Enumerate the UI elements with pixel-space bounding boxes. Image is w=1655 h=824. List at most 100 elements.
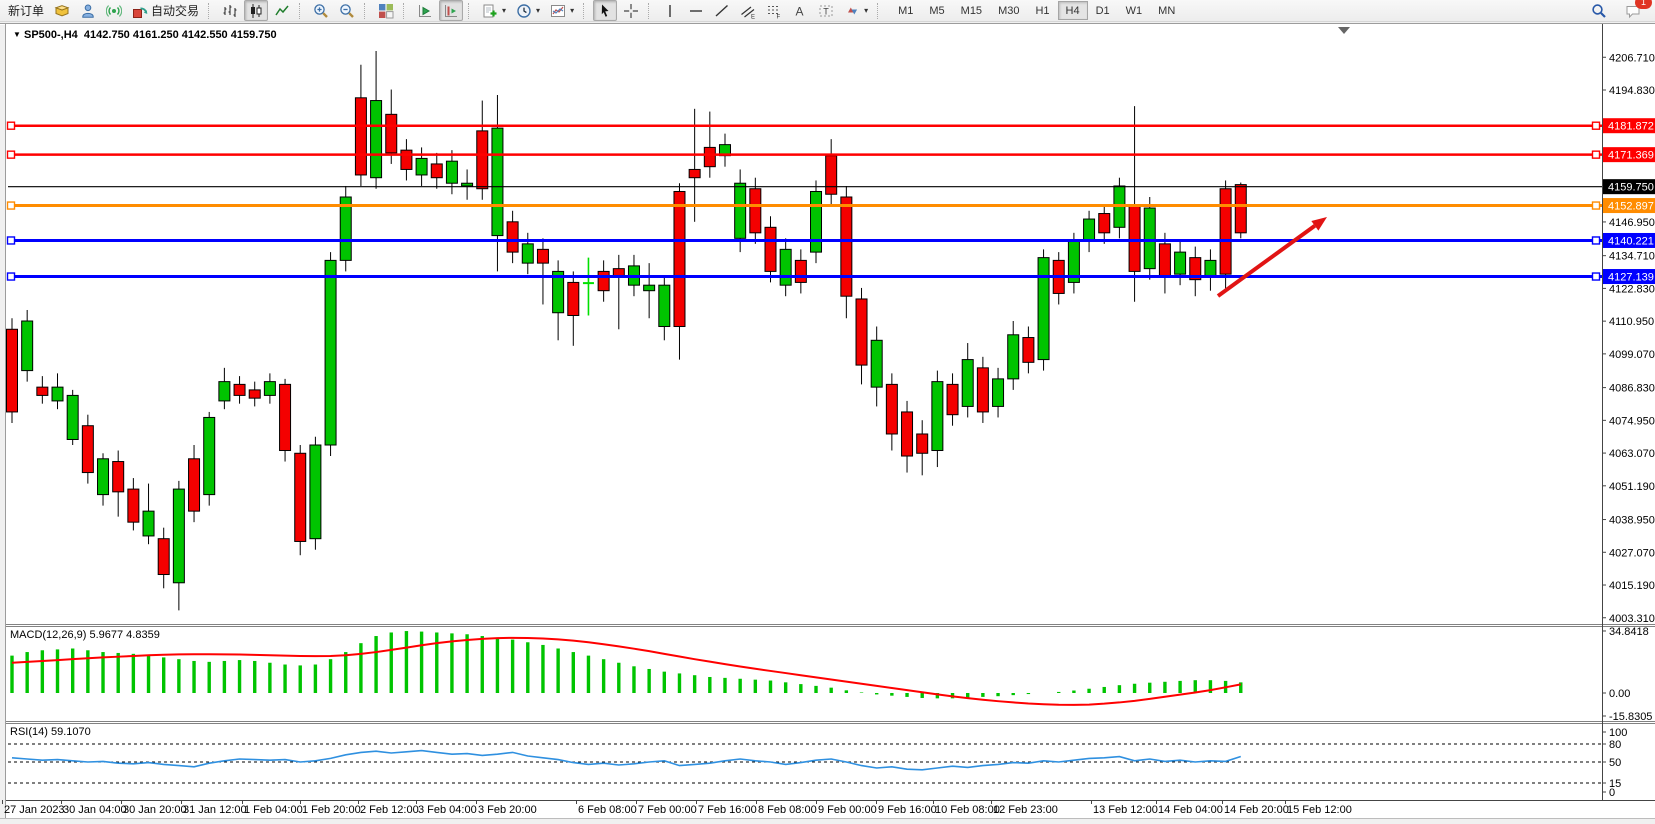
auto-scroll-icon xyxy=(417,3,433,19)
macd-indicator-label: MACD(12,26,9) 5.9677 4.8359 xyxy=(10,629,160,641)
clock-icon xyxy=(516,3,532,19)
terminal-icon xyxy=(80,3,96,19)
tile-windows-button[interactable] xyxy=(374,0,398,21)
notification-count-badge: 1 xyxy=(1635,0,1652,9)
arrows-shapes-icon xyxy=(844,3,860,19)
toolbar-grip xyxy=(403,3,408,19)
crosshair-icon xyxy=(623,3,639,19)
zoom-out-icon xyxy=(339,3,355,19)
svg-text:80: 80 xyxy=(1609,739,1621,751)
trendline-icon xyxy=(714,3,730,19)
symbol-collapse-icon[interactable]: ▼ xyxy=(13,30,21,39)
vertical-line-button[interactable] xyxy=(658,0,682,21)
svg-text:8 Feb 08:00: 8 Feb 08:00 xyxy=(758,804,817,816)
main-toolbar: 新订单 自动交易 xyxy=(0,0,1655,22)
svg-text:100: 100 xyxy=(1609,727,1627,739)
svg-text:4110.950: 4110.950 xyxy=(1609,316,1654,328)
bar-chart-button[interactable] xyxy=(218,0,242,21)
svg-text:0: 0 xyxy=(1609,787,1615,799)
text-button[interactable]: A xyxy=(788,0,812,21)
period-dropdown-button[interactable]: ▾ xyxy=(512,0,544,21)
terminal-button[interactable] xyxy=(76,0,100,21)
candlestick-chart-button[interactable] xyxy=(244,0,268,21)
text-label-button[interactable]: T xyxy=(814,0,838,21)
new-order-button[interactable]: 新订单 xyxy=(4,0,48,21)
toolbar-grip xyxy=(877,3,882,19)
toolbar-grip xyxy=(299,3,304,19)
fibonacci-button[interactable]: F xyxy=(762,0,786,21)
zoom-in-icon xyxy=(313,3,329,19)
svg-text:4051.190: 4051.190 xyxy=(1609,481,1655,493)
timeframe-MN[interactable]: MN xyxy=(1150,1,1183,20)
svg-text:4152.897: 4152.897 xyxy=(1608,201,1654,213)
line-chart-button[interactable] xyxy=(270,0,294,21)
svg-text:13 Feb 12:00: 13 Feb 12:00 xyxy=(1093,804,1158,816)
toolbar-grip xyxy=(648,3,653,19)
bar-chart-icon xyxy=(222,3,238,19)
price-chart-canvas[interactable]: 4206.7104194.8304146.9504134.7104122.830… xyxy=(0,0,1655,824)
svg-text:F: F xyxy=(777,14,781,19)
svg-text:7 Feb 00:00: 7 Feb 00:00 xyxy=(638,804,697,816)
text-icon: A xyxy=(792,3,808,19)
candlestick-chart-icon xyxy=(248,3,264,19)
svg-text:4181.872: 4181.872 xyxy=(1608,121,1654,133)
signals-button[interactable] xyxy=(102,0,126,21)
cursor-icon xyxy=(597,3,613,19)
timeframe-H4[interactable]: H4 xyxy=(1058,1,1088,20)
search-button[interactable] xyxy=(1587,0,1611,21)
svg-text:4134.710: 4134.710 xyxy=(1609,251,1655,263)
svg-text:4206.710: 4206.710 xyxy=(1609,52,1655,64)
zoom-in-button[interactable] xyxy=(309,0,333,21)
svg-text:1 Feb 04:00: 1 Feb 04:00 xyxy=(244,804,303,816)
cursor-button[interactable] xyxy=(593,0,617,21)
new-chart-button[interactable]: ▾ xyxy=(478,0,510,21)
chart-background xyxy=(6,25,1655,818)
toolbar-grip xyxy=(468,3,473,19)
timeframe-M15[interactable]: M15 xyxy=(953,1,990,20)
trading-terminal-window: 新订单 自动交易 xyxy=(0,0,1655,824)
svg-text:4038.950: 4038.950 xyxy=(1609,515,1655,527)
trendline-button[interactable] xyxy=(710,0,734,21)
svg-text:10 Feb 08:00: 10 Feb 08:00 xyxy=(935,804,1000,816)
svg-text:4127.139: 4127.139 xyxy=(1608,272,1654,284)
timeframe-M1[interactable]: M1 xyxy=(890,1,921,20)
channel-button[interactable]: E xyxy=(736,0,760,21)
signals-icon xyxy=(106,3,122,19)
notifications-button[interactable]: 1 xyxy=(1621,0,1646,21)
timeframe-M30[interactable]: M30 xyxy=(990,1,1027,20)
shapes-button[interactable]: ▾ xyxy=(840,0,872,21)
svg-text:E: E xyxy=(751,14,755,19)
chart-shift-button[interactable] xyxy=(439,0,463,21)
timeframe-M5[interactable]: M5 xyxy=(921,1,952,20)
svg-text:14 Feb 20:00: 14 Feb 20:00 xyxy=(1224,804,1289,816)
svg-text:4063.070: 4063.070 xyxy=(1609,448,1655,460)
toolbar-grip xyxy=(583,3,588,19)
timeframe-W1[interactable]: W1 xyxy=(1118,1,1151,20)
vertical-line-icon xyxy=(662,3,678,19)
svg-text:3 Feb 20:00: 3 Feb 20:00 xyxy=(478,804,537,816)
dropdown-caret-icon: ▾ xyxy=(864,6,868,15)
svg-text:3 Feb 04:00: 3 Feb 04:00 xyxy=(418,804,477,816)
svg-text:4122.830: 4122.830 xyxy=(1609,283,1655,295)
equidistant-channel-icon: E xyxy=(740,3,756,19)
svg-text:12 Feb 23:00: 12 Feb 23:00 xyxy=(993,804,1058,816)
line-chart-icon xyxy=(274,3,290,19)
toolbar-grip xyxy=(364,3,369,19)
horizontal-line-button[interactable] xyxy=(684,0,708,21)
timeframe-H1[interactable]: H1 xyxy=(1027,1,1057,20)
timeframe-D1[interactable]: D1 xyxy=(1088,1,1118,20)
zoom-out-button[interactable] xyxy=(335,0,359,21)
auto-scroll-button[interactable] xyxy=(413,0,437,21)
toolbar-grip xyxy=(208,3,213,19)
crosshair-button[interactable] xyxy=(619,0,643,21)
auto-trading-button[interactable]: 自动交易 xyxy=(128,0,203,21)
order-history-button[interactable] xyxy=(50,0,74,21)
dropdown-caret-icon: ▾ xyxy=(570,6,574,15)
fibonacci-icon: F xyxy=(766,3,782,19)
svg-text:4140.221: 4140.221 xyxy=(1608,235,1654,247)
svg-text:6 Feb 08:00: 6 Feb 08:00 xyxy=(578,804,637,816)
templates-button[interactable]: ▾ xyxy=(546,0,578,21)
svg-text:4003.310: 4003.310 xyxy=(1609,613,1655,625)
svg-text:T: T xyxy=(823,6,829,16)
svg-text:9 Feb 16:00: 9 Feb 16:00 xyxy=(878,804,937,816)
